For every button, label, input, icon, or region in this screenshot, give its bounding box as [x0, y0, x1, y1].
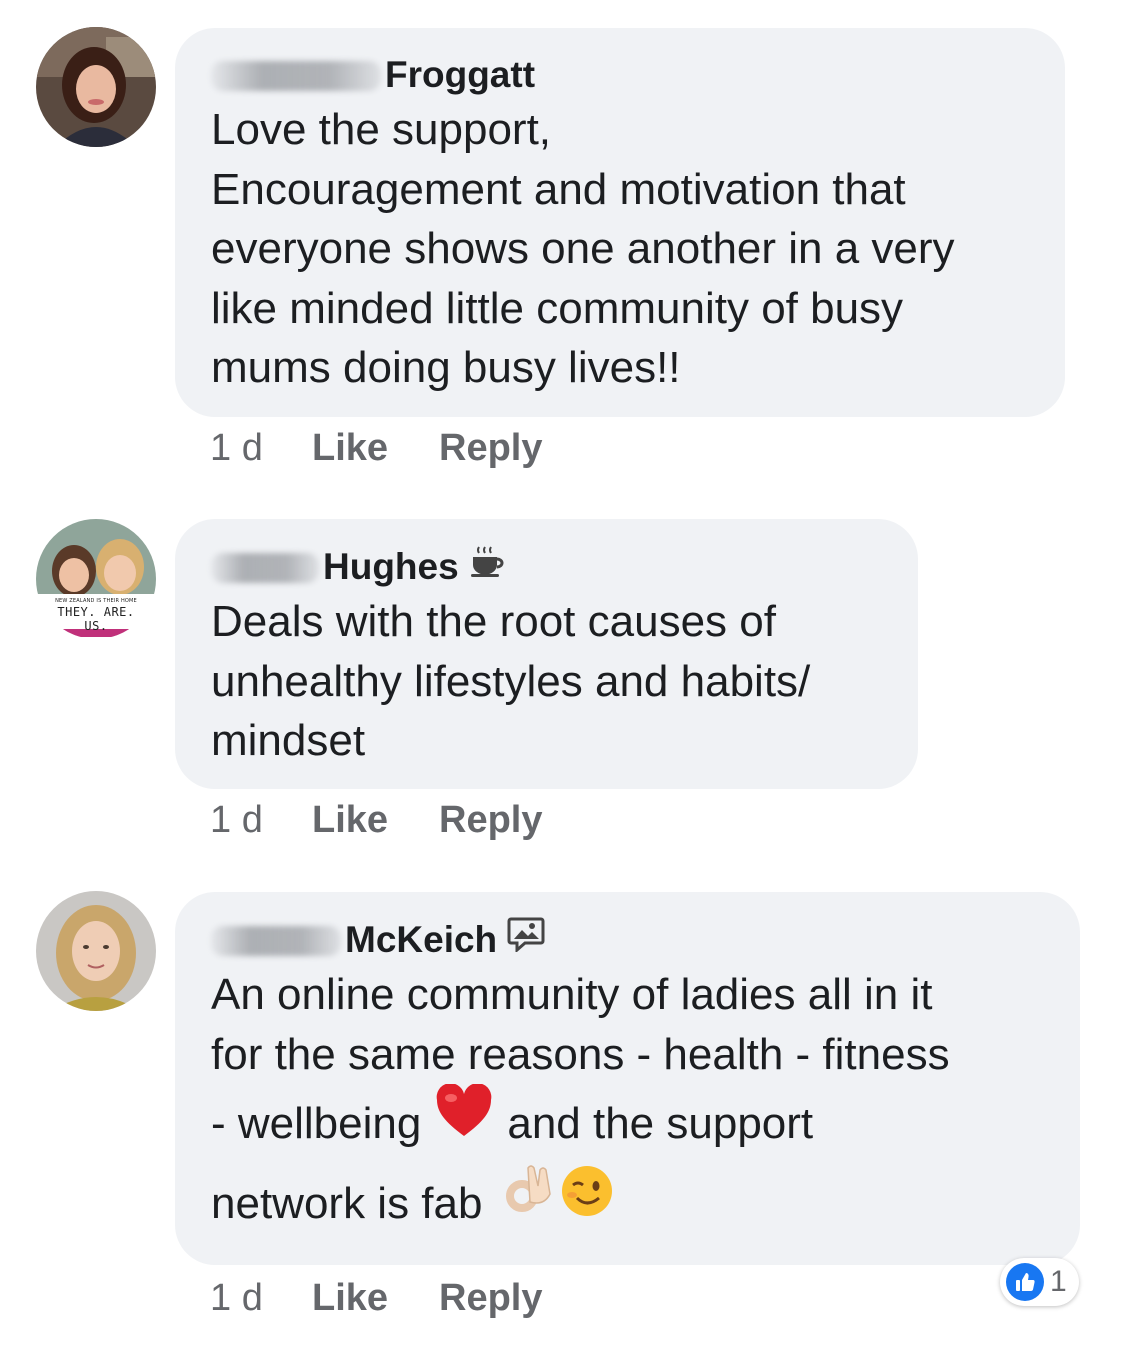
- reply-button[interactable]: Reply: [439, 425, 542, 471]
- comment-text: An online community of ladies all in it …: [211, 965, 1044, 1244]
- avatar[interactable]: [36, 891, 156, 1011]
- comment-line: for the same reasons - health - fitness: [211, 1029, 950, 1079]
- comment-actions: 1 d Like Reply: [210, 1275, 542, 1321]
- blurred-first-name: [211, 552, 319, 583]
- reply-button[interactable]: Reply: [439, 797, 542, 843]
- avatar[interactable]: [36, 27, 156, 147]
- comment-fragment: - wellbeing: [211, 1099, 422, 1148]
- comment-line: Encouragement and motivation that: [211, 164, 906, 214]
- comment-actions: 1 d Like Reply: [210, 425, 542, 471]
- comment-line: Love the support,: [211, 105, 552, 154]
- author-name[interactable]: McKeich: [211, 916, 1044, 963]
- author-surname: McKeich: [345, 918, 498, 960]
- author-surname: Froggatt: [385, 54, 536, 95]
- blurred-first-name: [211, 61, 381, 91]
- comment-line: like minded little community of busy: [211, 283, 904, 333]
- avatar-caption-main: THEY. ARE. US.: [57, 605, 135, 633]
- comment-fragment: network is fab: [211, 1179, 483, 1228]
- timestamp[interactable]: 1 d: [210, 425, 312, 471]
- like-button[interactable]: Like: [312, 425, 439, 471]
- ok-hand-emoji: [504, 1164, 554, 1244]
- profile-photo-icon: [36, 27, 156, 147]
- red-heart-emoji: [435, 1083, 493, 1164]
- reply-button[interactable]: Reply: [439, 1275, 542, 1321]
- coffee-cup-icon: [469, 543, 505, 590]
- comment-fragment: and the support: [507, 1099, 814, 1148]
- author-surname: Hughes: [323, 545, 459, 587]
- comment-line: unhealthy lifestyles and habits/: [211, 656, 811, 706]
- author-name[interactable]: Hughes: [211, 543, 882, 590]
- reaction-count: 1: [1050, 1265, 1067, 1298]
- picture-comment-icon: [507, 916, 545, 963]
- comment-line: - wellbeing and the support: [211, 1083, 1044, 1164]
- blurred-first-name: [211, 925, 341, 956]
- profile-photo-icon: [36, 891, 156, 1011]
- timestamp[interactable]: 1 d: [210, 1275, 312, 1321]
- author-name[interactable]: Froggatt: [211, 52, 1029, 98]
- comment-actions: 1 d Like Reply: [210, 797, 542, 843]
- comment-line: Deals with the root causes of: [211, 597, 776, 646]
- comment-bubble: Hughes Deals with the root causes of unh…: [175, 519, 918, 789]
- avatar-caption-small: NEW ZEALAND IS THEIR HOME: [55, 598, 137, 604]
- like-button[interactable]: Like: [312, 797, 439, 843]
- comment-line: everyone shows one another in a very: [211, 224, 955, 273]
- timestamp[interactable]: 1 d: [210, 797, 312, 843]
- avatar-caption: NEW ZEALAND IS THEIR HOME THEY. ARE. US.: [42, 597, 150, 633]
- comment-bubble: McKeich An online community of ladies al…: [175, 892, 1080, 1265]
- thumbs-up-icon: [1006, 1263, 1044, 1301]
- comment-line: mums doing busy lives!!: [211, 343, 681, 392]
- comment-bubble: Froggatt Love the support, Encouragement…: [175, 28, 1065, 417]
- comment-line: An online community of ladies all in it: [211, 970, 933, 1019]
- winking-face-emoji: [560, 1164, 614, 1244]
- like-button[interactable]: Like: [312, 1275, 439, 1321]
- comment-line: network is fab: [211, 1164, 1044, 1244]
- reaction-badge[interactable]: 1: [1000, 1258, 1079, 1306]
- comment-text: Love the support, Encouragement and moti…: [211, 100, 1029, 398]
- comment-line: mindset: [211, 716, 366, 765]
- comment-text: Deals with the root causes of unhealthy …: [211, 592, 882, 771]
